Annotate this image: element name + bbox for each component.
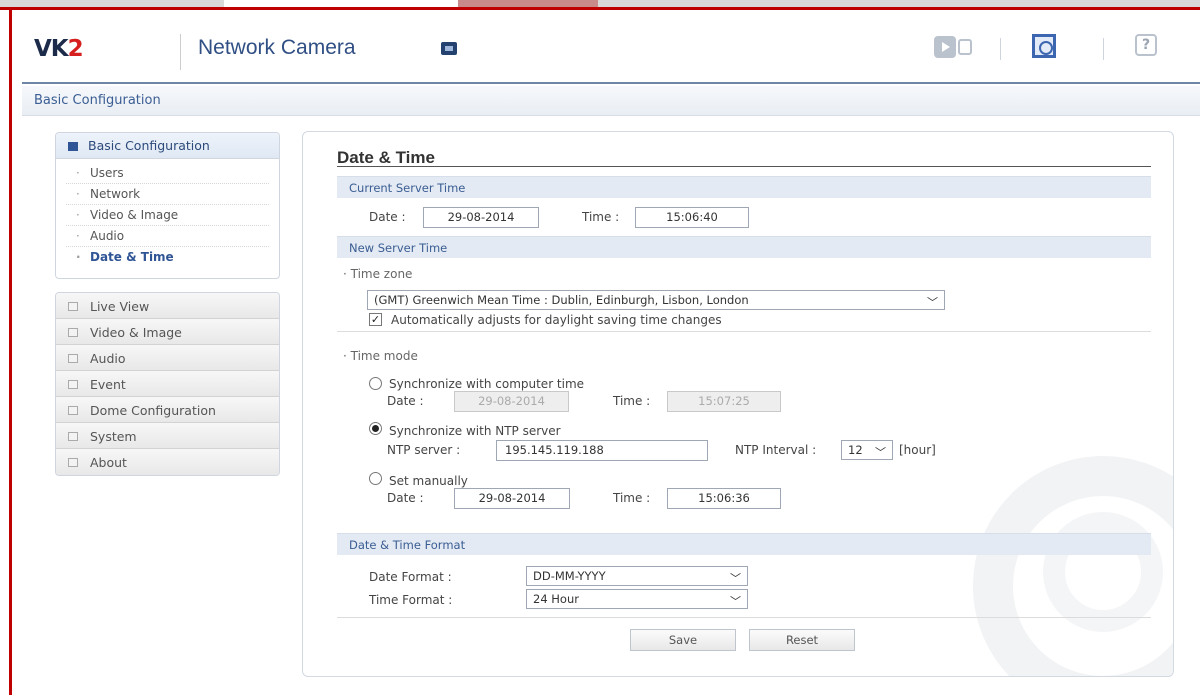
manual-label: Set manually <box>389 474 468 488</box>
current-time-label: Time : <box>582 210 620 224</box>
sidebar-group-basic: Basic Configuration Users Network Video … <box>55 132 280 279</box>
folder-icon <box>68 328 78 337</box>
sidebar-item-date-time[interactable]: Date & Time <box>66 247 269 268</box>
time-format-label: Time Format : <box>369 593 453 607</box>
manual-time-field[interactable]: 15:06:36 <box>667 488 781 509</box>
chevron-down-icon: ﹀ <box>875 446 886 459</box>
breadcrumb-label: Basic Configuration <box>34 93 161 108</box>
sync-computer-date-label: Date : <box>387 394 424 408</box>
sync-computer-date-field[interactable]: 29-08-2014 <box>454 391 569 412</box>
sidebar: Basic Configuration Users Network Video … <box>55 132 280 476</box>
time-zone-select[interactable]: (GMT) Greenwich Mean Time : Dublin, Edin… <box>367 290 945 310</box>
sidebar-item-network[interactable]: Network <box>66 184 269 205</box>
divider <box>337 331 1151 332</box>
sidebar-item-audio[interactable]: Audio <box>66 226 269 247</box>
page-title: Date & Time <box>337 148 435 167</box>
folder-open-icon <box>68 142 78 151</box>
sidebar-group-title: Basic Configuration <box>88 138 210 153</box>
sync-computer-radio[interactable] <box>369 377 382 390</box>
menu-dome-configuration[interactable]: Dome Configuration <box>56 397 279 423</box>
folder-icon <box>68 380 78 389</box>
time-zone-label: · Time zone <box>343 267 413 281</box>
folder-icon <box>68 354 78 363</box>
breadcrumb: Basic Configuration <box>22 86 1200 116</box>
menu-event[interactable]: Event <box>56 371 279 397</box>
chevron-down-icon: ﹀ <box>730 572 741 585</box>
date-format-select[interactable]: DD-MM-YYYY ﹀ <box>526 566 748 586</box>
sidebar-group-header[interactable]: Basic Configuration <box>56 133 279 159</box>
folder-icon <box>68 406 78 415</box>
browser-tab[interactable] <box>224 0 458 7</box>
frame-border-top <box>0 7 1200 10</box>
folder-icon <box>68 302 78 311</box>
frame-border-left <box>9 7 12 695</box>
sidebar-menu: Live View Video & Image Audio Event Dome… <box>55 292 280 476</box>
dst-checkbox[interactable]: ✓ <box>369 313 382 326</box>
sync-computer-label: Synchronize with computer time <box>389 377 585 391</box>
chevron-down-icon: ﹀ <box>730 595 741 608</box>
ntp-interval-unit: [hour] <box>899 443 936 457</box>
menu-system[interactable]: System <box>56 423 279 449</box>
ntp-server-input[interactable]: 195.145.119.188 <box>496 440 708 461</box>
time-mode-label: · Time mode <box>343 349 418 363</box>
header-icon-divider <box>1000 38 1001 60</box>
current-date-label: Date : <box>369 210 406 224</box>
current-date-field: 29-08-2014 <box>423 207 539 228</box>
date-format-label: Date Format : <box>369 570 452 584</box>
help-icon[interactable]: ? <box>1135 34 1159 60</box>
header-divider <box>180 34 181 70</box>
manual-time-label: Time : <box>613 491 651 505</box>
camera-icon <box>441 42 457 55</box>
time-format-select[interactable]: 24 Hour ﹀ <box>526 589 748 609</box>
sidebar-submenu: Users Network Video & Image Audio Date &… <box>56 159 279 278</box>
section-new-server-time: New Server Time <box>337 236 1151 258</box>
manual-radio[interactable] <box>369 472 382 485</box>
app-header: VK2 Network Camera ? <box>22 14 1200 84</box>
sidebar-item-video-image[interactable]: Video & Image <box>66 205 269 226</box>
ntp-interval-select[interactable]: 12 ﹀ <box>841 440 893 460</box>
ntp-radio[interactable] <box>369 422 382 435</box>
ntp-interval-label: NTP Interval : <box>735 443 817 457</box>
current-time-field: 15:06:40 <box>635 207 749 228</box>
menu-audio[interactable]: Audio <box>56 345 279 371</box>
title-underline <box>337 166 1151 167</box>
ntp-label: Synchronize with NTP server <box>389 424 561 438</box>
live-view-icon[interactable] <box>934 34 974 60</box>
section-current-server-time: Current Server Time <box>337 176 1151 198</box>
gear-watermark-icon <box>1043 512 1163 632</box>
setup-icon[interactable] <box>1032 34 1060 60</box>
product-title: Network Camera <box>198 36 356 59</box>
section-date-time-format: Date & Time Format <box>337 533 1151 555</box>
folder-icon <box>68 432 78 441</box>
chevron-down-icon: ﹀ <box>927 296 938 309</box>
sync-computer-time-label: Time : <box>613 394 651 408</box>
browser-tab-active[interactable] <box>458 0 598 7</box>
save-button[interactable]: Save <box>630 629 736 651</box>
divider <box>337 617 1151 618</box>
folder-icon <box>68 458 78 467</box>
menu-live-view[interactable]: Live View <box>56 293 279 319</box>
vk2-logo: VK2 <box>34 36 84 62</box>
menu-about[interactable]: About <box>56 449 279 475</box>
dst-label: Automatically adjusts for daylight savin… <box>391 313 722 327</box>
manual-date-label: Date : <box>387 491 424 505</box>
header-icon-divider <box>1103 38 1104 60</box>
reset-button[interactable]: Reset <box>749 629 855 651</box>
sidebar-item-users[interactable]: Users <box>66 163 269 184</box>
browser-tab-strip <box>0 0 1200 7</box>
ntp-server-label: NTP server : <box>387 443 461 457</box>
date-time-panel: Date & Time Current Server Time Date : 2… <box>302 131 1174 677</box>
manual-date-field[interactable]: 29-08-2014 <box>454 488 570 509</box>
sync-computer-time-field[interactable]: 15:07:25 <box>667 391 781 412</box>
menu-video-image[interactable]: Video & Image <box>56 319 279 345</box>
